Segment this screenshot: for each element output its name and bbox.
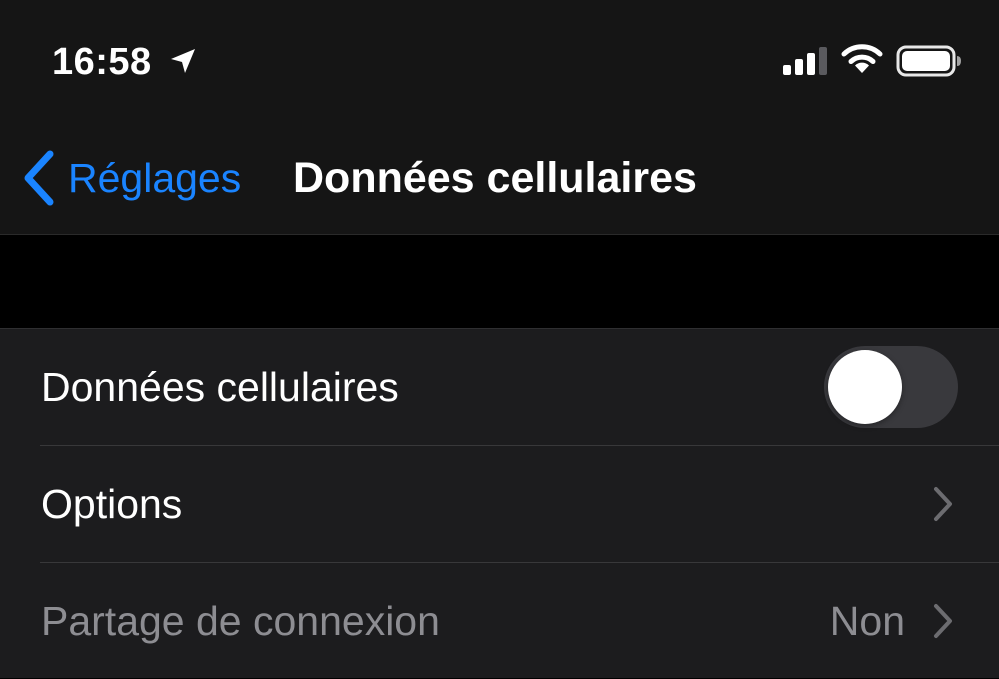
chevron-right-icon — [934, 487, 952, 521]
status-time: 16:58 — [52, 41, 152, 83]
cellular-signal-icon — [783, 47, 827, 75]
list-item-label: Options — [41, 481, 183, 527]
battery-icon — [896, 45, 961, 77]
toggle-knob — [828, 350, 902, 424]
chevron-left-icon — [24, 150, 54, 206]
list-item-value: Non — [829, 598, 905, 644]
page-title: Données cellulaires — [293, 154, 697, 202]
list-item-cellular-data[interactable]: Données cellulaires — [0, 329, 999, 445]
location-arrow-icon — [171, 49, 195, 73]
list-item-label: Partage de connexion — [41, 598, 440, 644]
back-button[interactable]: Réglages — [20, 146, 241, 210]
wifi-icon — [841, 44, 883, 73]
back-button-label: Réglages — [68, 155, 242, 201]
list-item-personal-hotspot[interactable]: Partage de connexion Non — [0, 563, 999, 679]
chevron-right-icon — [934, 604, 952, 638]
cellular-data-toggle[interactable] — [824, 346, 958, 428]
settings-list: Données cellulaires Options Partage de c… — [0, 329, 999, 678]
list-item-options[interactable]: Options — [0, 446, 999, 562]
nav-divider — [0, 234, 999, 235]
list-item-label: Données cellulaires — [41, 364, 399, 410]
status-and-nav-area: 16:58 Réglages Données cellulaires — [0, 0, 999, 234]
